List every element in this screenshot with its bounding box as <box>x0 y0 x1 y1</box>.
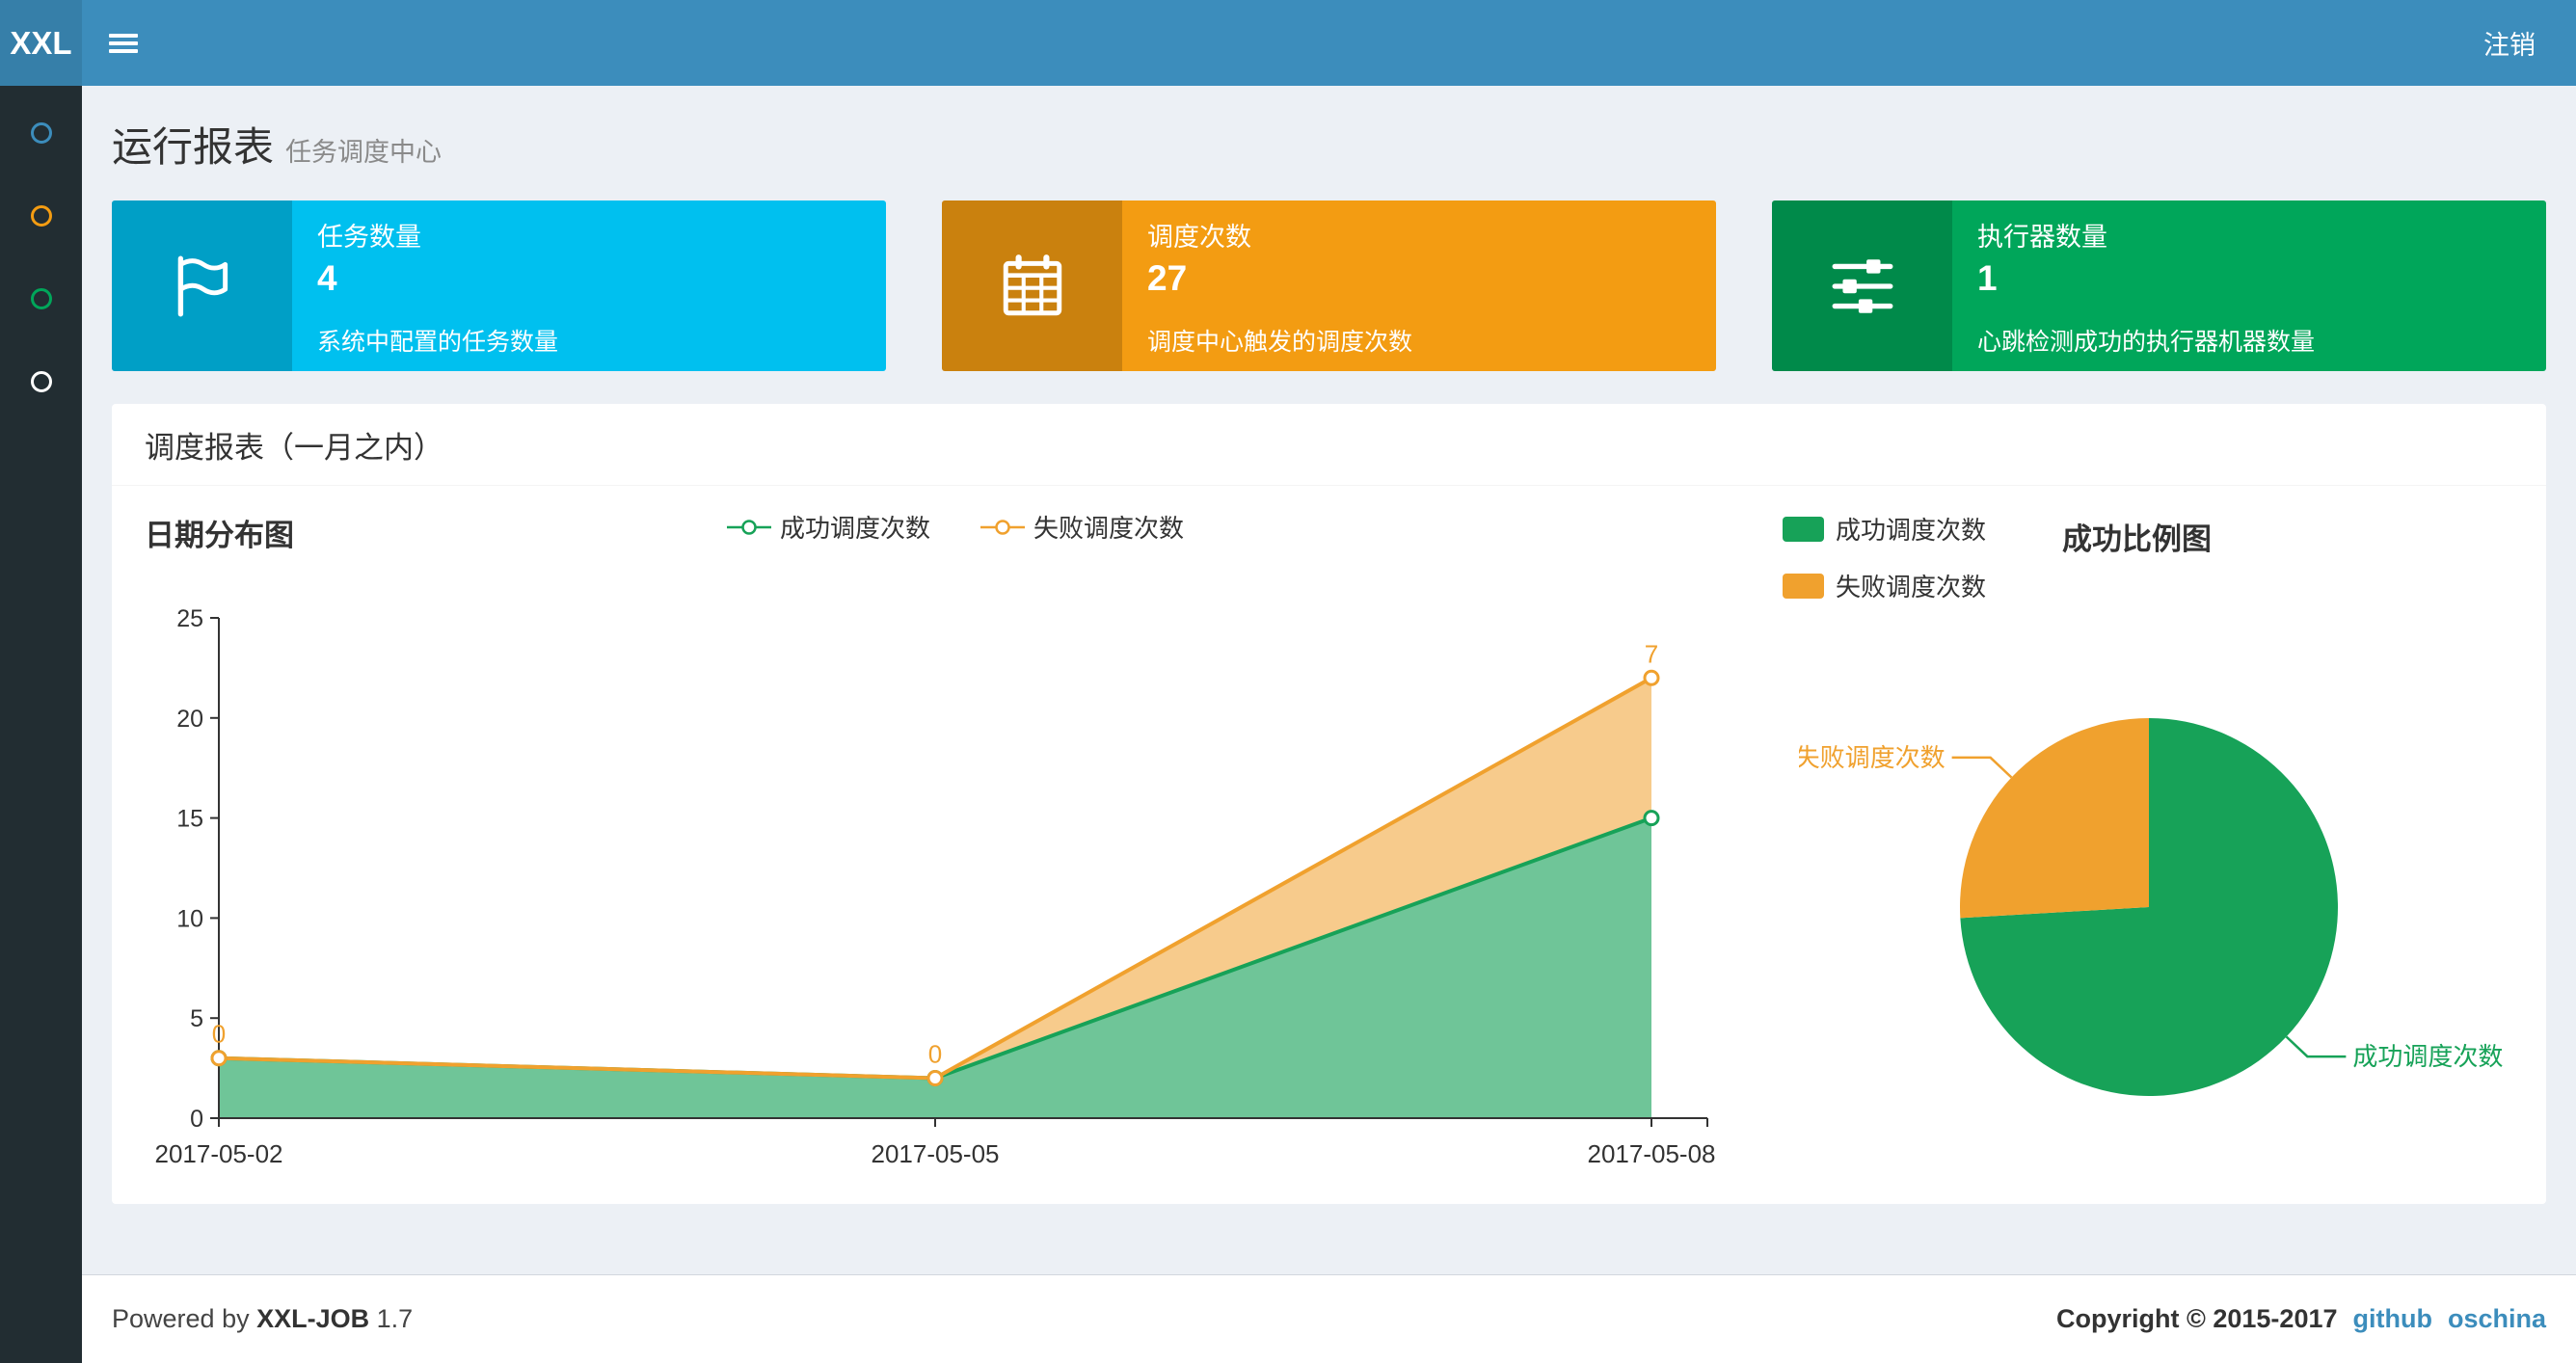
powered-by: Powered by XXL-JOB 1.7 <box>112 1304 414 1333</box>
info-box-jobs: 任务数量 4 系统中配置的任务数量 <box>112 200 886 371</box>
info-box-value: 27 <box>1147 258 1188 298</box>
sliders-icon <box>1772 200 1952 371</box>
point-label: 0 <box>212 1020 226 1049</box>
pie-slice-label: 成功调度次数 <box>2352 1042 2503 1071</box>
success-ratio-pie-chart: 成功调度次数 失败调度次数 <box>1799 718 2503 1096</box>
x-axis-label: 2017-05-02 <box>155 1139 283 1168</box>
flag-icon <box>112 200 292 371</box>
point-success <box>1643 810 1660 827</box>
logout-link[interactable]: 注销 <box>2443 0 2576 86</box>
pie-leader-line <box>2285 1035 2347 1058</box>
x-axis-label: 2017-05-05 <box>872 1139 1000 1168</box>
y-axis-label: 0 <box>190 1106 203 1133</box>
copyright-text: Copyright © 2015-2017 <box>2055 1304 2338 1333</box>
panel-title: 调度报表（一月之内） <box>112 404 2546 486</box>
main-content: 运行报表 任务调度中心 任务数量 4 系统中配置的任务数量 调度次数 27 调度… <box>82 86 2576 1274</box>
app-logo[interactable]: XXL <box>0 0 82 86</box>
x-axis-label: 2017-05-08 <box>1588 1139 1716 1168</box>
hamburger-icon <box>109 30 138 57</box>
sidebar <box>0 86 82 1363</box>
nav-job-log-icon[interactable] <box>30 288 52 309</box>
point-fail <box>926 1069 944 1086</box>
y-axis-label: 25 <box>176 605 203 632</box>
point-label: 0 <box>928 1039 942 1068</box>
pie-leader-line <box>1951 756 2013 779</box>
y-axis-label: 20 <box>176 706 203 733</box>
nav-job-manage-icon[interactable] <box>30 205 52 227</box>
info-box-label: 调度次数 <box>1147 223 1251 252</box>
info-box-value: 4 <box>317 258 337 298</box>
sidebar-toggle-button[interactable] <box>82 0 165 86</box>
info-box-label: 执行器数量 <box>1977 223 2107 252</box>
report-panel: 调度报表（一月之内） 日期分布图 成功调度次数 失败调度次数 0 5 10 15 20 25… <box>112 404 2546 1204</box>
info-box-executors: 执行器数量 1 心跳检测成功的执行器机器数量 <box>1772 200 2546 371</box>
calendar-icon <box>942 200 1122 371</box>
info-box-value: 1 <box>1977 258 1998 298</box>
info-box-desc: 心跳检测成功的执行器机器数量 <box>1977 329 2316 356</box>
y-axis-label: 15 <box>176 806 203 833</box>
nav-dashboard-icon[interactable] <box>30 122 52 144</box>
point-fail <box>1643 669 1660 686</box>
page-title: 运行报表 <box>112 124 275 170</box>
page-header: 运行报表 任务调度中心 <box>112 86 2546 200</box>
info-box-desc: 系统中配置的任务数量 <box>317 329 559 356</box>
github-link[interactable]: github <box>2353 1304 2432 1334</box>
point-fail <box>210 1050 228 1067</box>
page-subtitle: 任务调度中心 <box>285 138 443 167</box>
info-box-triggers: 调度次数 27 调度中心触发的调度次数 <box>942 200 1716 371</box>
point-label: 7 <box>1645 639 1658 668</box>
info-box-desc: 调度中心触发的调度次数 <box>1147 329 1413 356</box>
info-box-label: 任务数量 <box>317 223 421 252</box>
y-axis-label: 5 <box>190 1005 203 1032</box>
info-box-row: 任务数量 4 系统中配置的任务数量 调度次数 27 调度中心触发的调度次数 执行… <box>112 200 2546 371</box>
oschina-link[interactable]: oschina <box>2448 1304 2546 1334</box>
y-axis-label: 10 <box>176 905 203 932</box>
date-distribution-chart: 05101520252017-05-02 2017-05-05 2017-05-08… <box>155 605 1716 1168</box>
page-footer: Powered by XXL-JOB 1.7 Copyright © 2015-… <box>82 1274 2576 1363</box>
pie-slice-1 <box>1960 718 2149 919</box>
pie-slice-label: 失败调度次数 <box>1799 743 1945 772</box>
nav-help-icon[interactable] <box>30 371 52 392</box>
panel-body: 日期分布图 成功调度次数 失败调度次数 0 5 10 15 20 25 2017-05-02 2… <box>112 486 2546 1204</box>
top-navbar: XXL 注销 <box>0 0 2576 86</box>
